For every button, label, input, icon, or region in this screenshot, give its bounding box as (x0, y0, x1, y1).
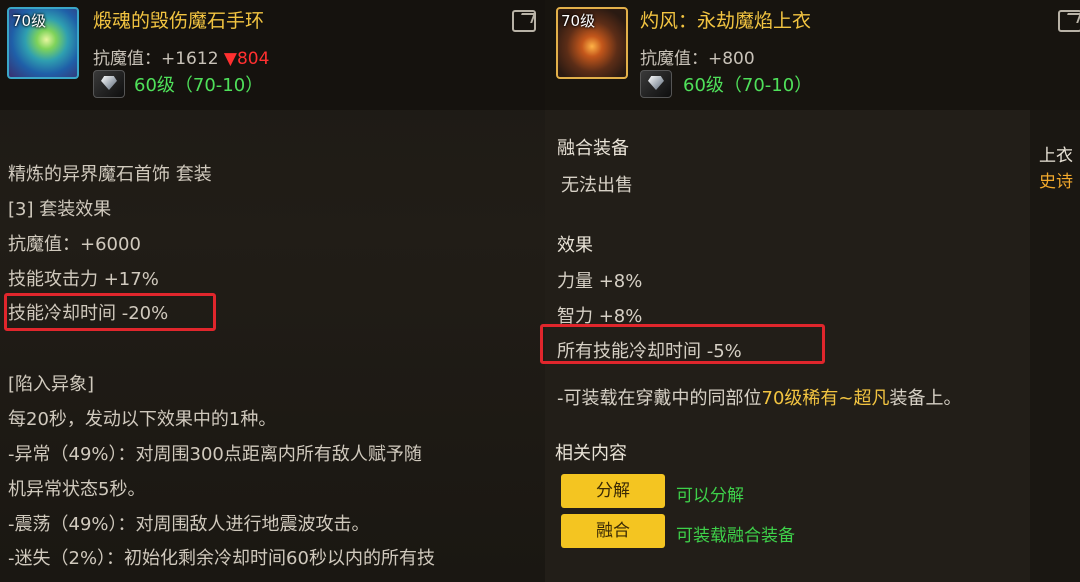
effect-title: 效果 (557, 235, 593, 256)
left-item-header (0, 0, 545, 110)
right-stat-line: 抗魔值：+800 (640, 49, 755, 69)
left-stat-line: 抗魔值：+1612 ▼804 (93, 44, 269, 69)
mount-note: -可装载在穿戴中的同部位70级稀有~超凡装备上。 (557, 384, 962, 410)
set-effect-title: [3] 套装效果 (8, 199, 112, 220)
right-level-range: 60级（70-10） (683, 75, 813, 96)
gem-icon (93, 70, 125, 98)
fuse-note: 可装载融合装备 (676, 526, 795, 546)
set-name: 精炼的异界魔石首饰 套装 (8, 164, 212, 185)
left-line-4: [陷入异象] (8, 374, 95, 395)
left-line-8: -震荡（49%）：对周围敌人进行地震波攻击。 (8, 514, 370, 535)
left-line-6: -异常（49%）：对周围300点距离内所有敌人赋予随 (8, 444, 422, 465)
fusion-title: 融合装备 (557, 138, 629, 159)
left-item-name: 煅魂的毁伤魔石手环 (93, 10, 265, 32)
fusion-note: 无法出售 (561, 175, 633, 196)
bracelet-item-icon[interactable]: 70级 (7, 7, 79, 79)
effect-line-cooldown: 所有技能冷却时间 -5% (557, 341, 742, 362)
left-line-5: 每20秒，发动以下效果中的1种。 (8, 409, 277, 430)
fuse-button[interactable]: 融合 (561, 514, 665, 548)
mount-suffix: 装备上。 (889, 388, 962, 409)
gem-icon (640, 70, 672, 98)
far-right-slot: 上衣 (1039, 146, 1073, 166)
left-stat-label: 抗魔值：+1612 (93, 49, 224, 69)
left-level-badge: 70级 (12, 12, 47, 30)
share-icon[interactable] (512, 10, 536, 32)
armor-item-icon[interactable]: 70级 (556, 7, 628, 79)
left-line-2: 技能攻击力 +17% (8, 269, 159, 290)
left-line-1: 抗魔值：+6000 (8, 234, 141, 255)
left-line-9: -迷失（2%）：初始化剩余冷却时间60秒以内的所有技 (8, 548, 435, 569)
mount-prefix: -可装载在穿戴中的同部位 (557, 388, 762, 409)
effect-line-1: 力量 +8% (557, 271, 643, 292)
left-level-range: 60级（70-10） (134, 75, 264, 96)
left-stat-down: ▼804 (223, 49, 270, 69)
right-level-badge: 70级 (561, 12, 596, 30)
related-title: 相关内容 (555, 443, 627, 464)
left-line-cooldown: 技能冷却时间 -20% (8, 303, 169, 324)
share-icon[interactable] (1058, 10, 1080, 32)
disassemble-note: 可以分解 (676, 486, 744, 506)
far-right-rarity: 史诗 (1039, 172, 1073, 192)
left-line-7: 机异常状态5秒。 (8, 479, 146, 500)
disassemble-button[interactable]: 分解 (561, 474, 665, 508)
mount-highlight: 70级稀有~超凡 (761, 388, 890, 409)
right-item-name: 灼风：永劫魔焰上衣 (640, 10, 812, 32)
